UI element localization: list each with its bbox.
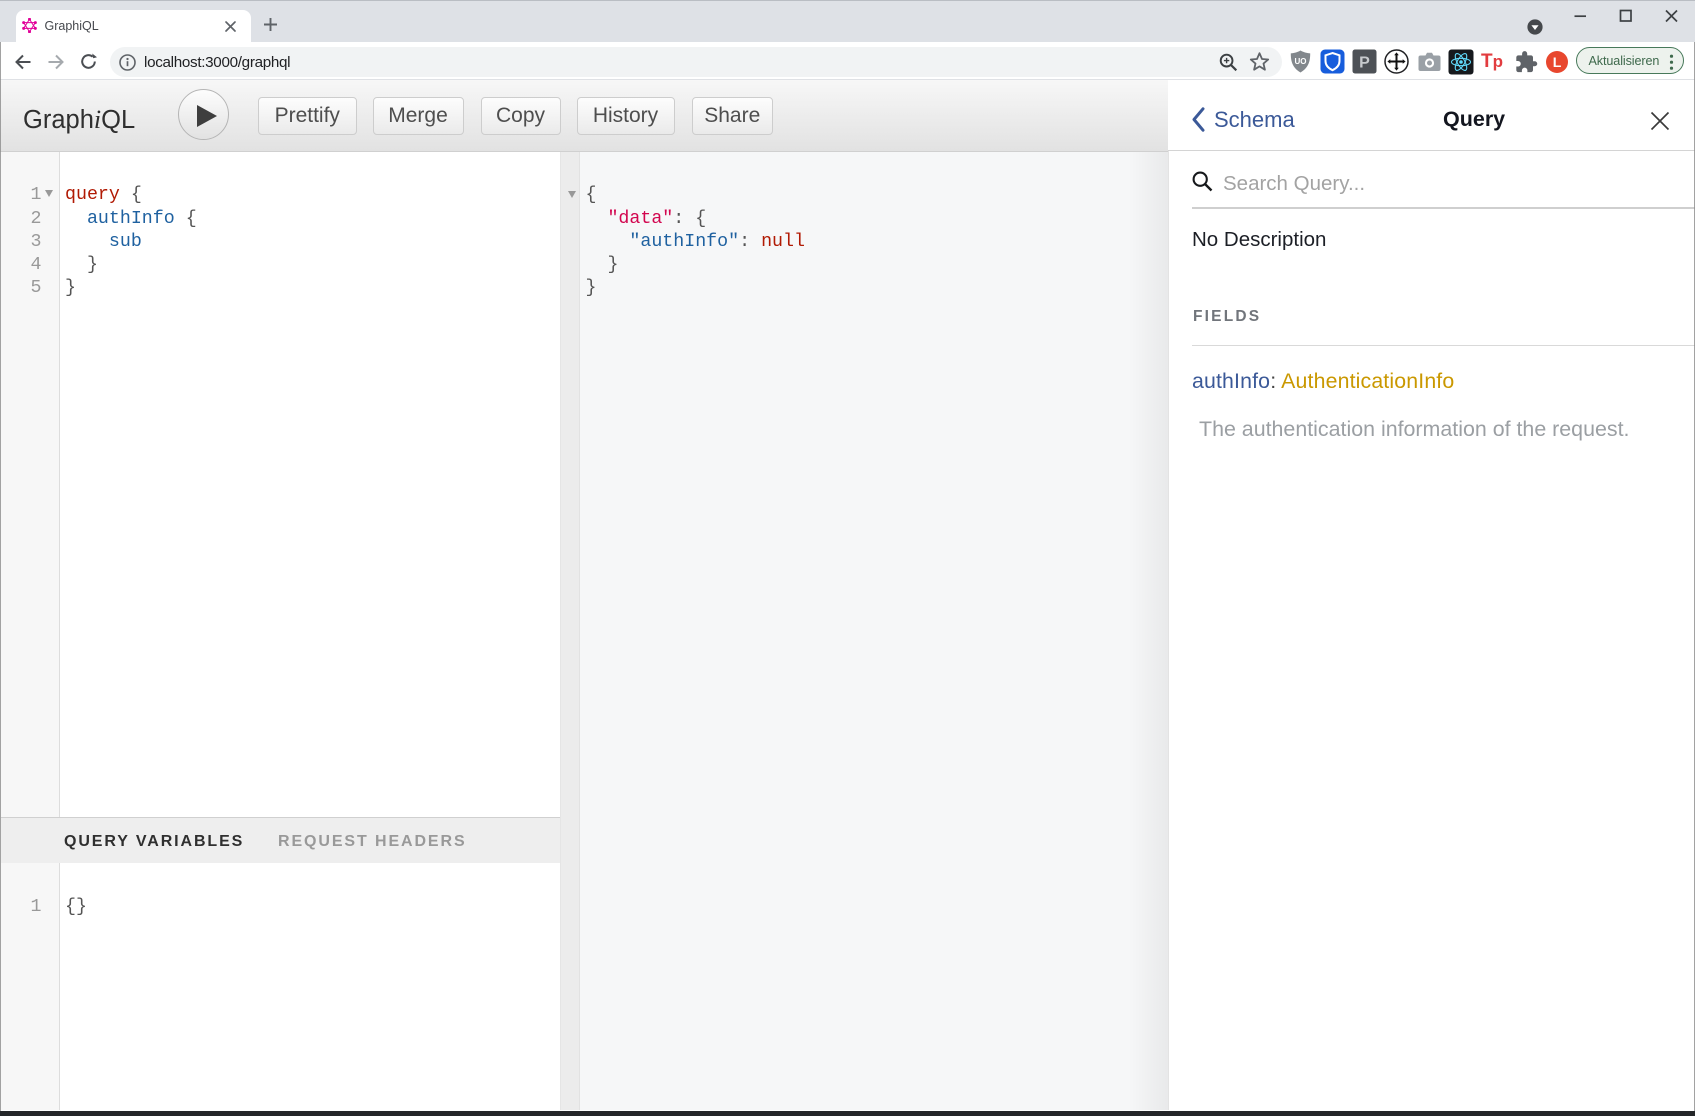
svg-text:UO: UO	[1295, 57, 1307, 66]
svg-text:P: P	[1359, 55, 1370, 72]
